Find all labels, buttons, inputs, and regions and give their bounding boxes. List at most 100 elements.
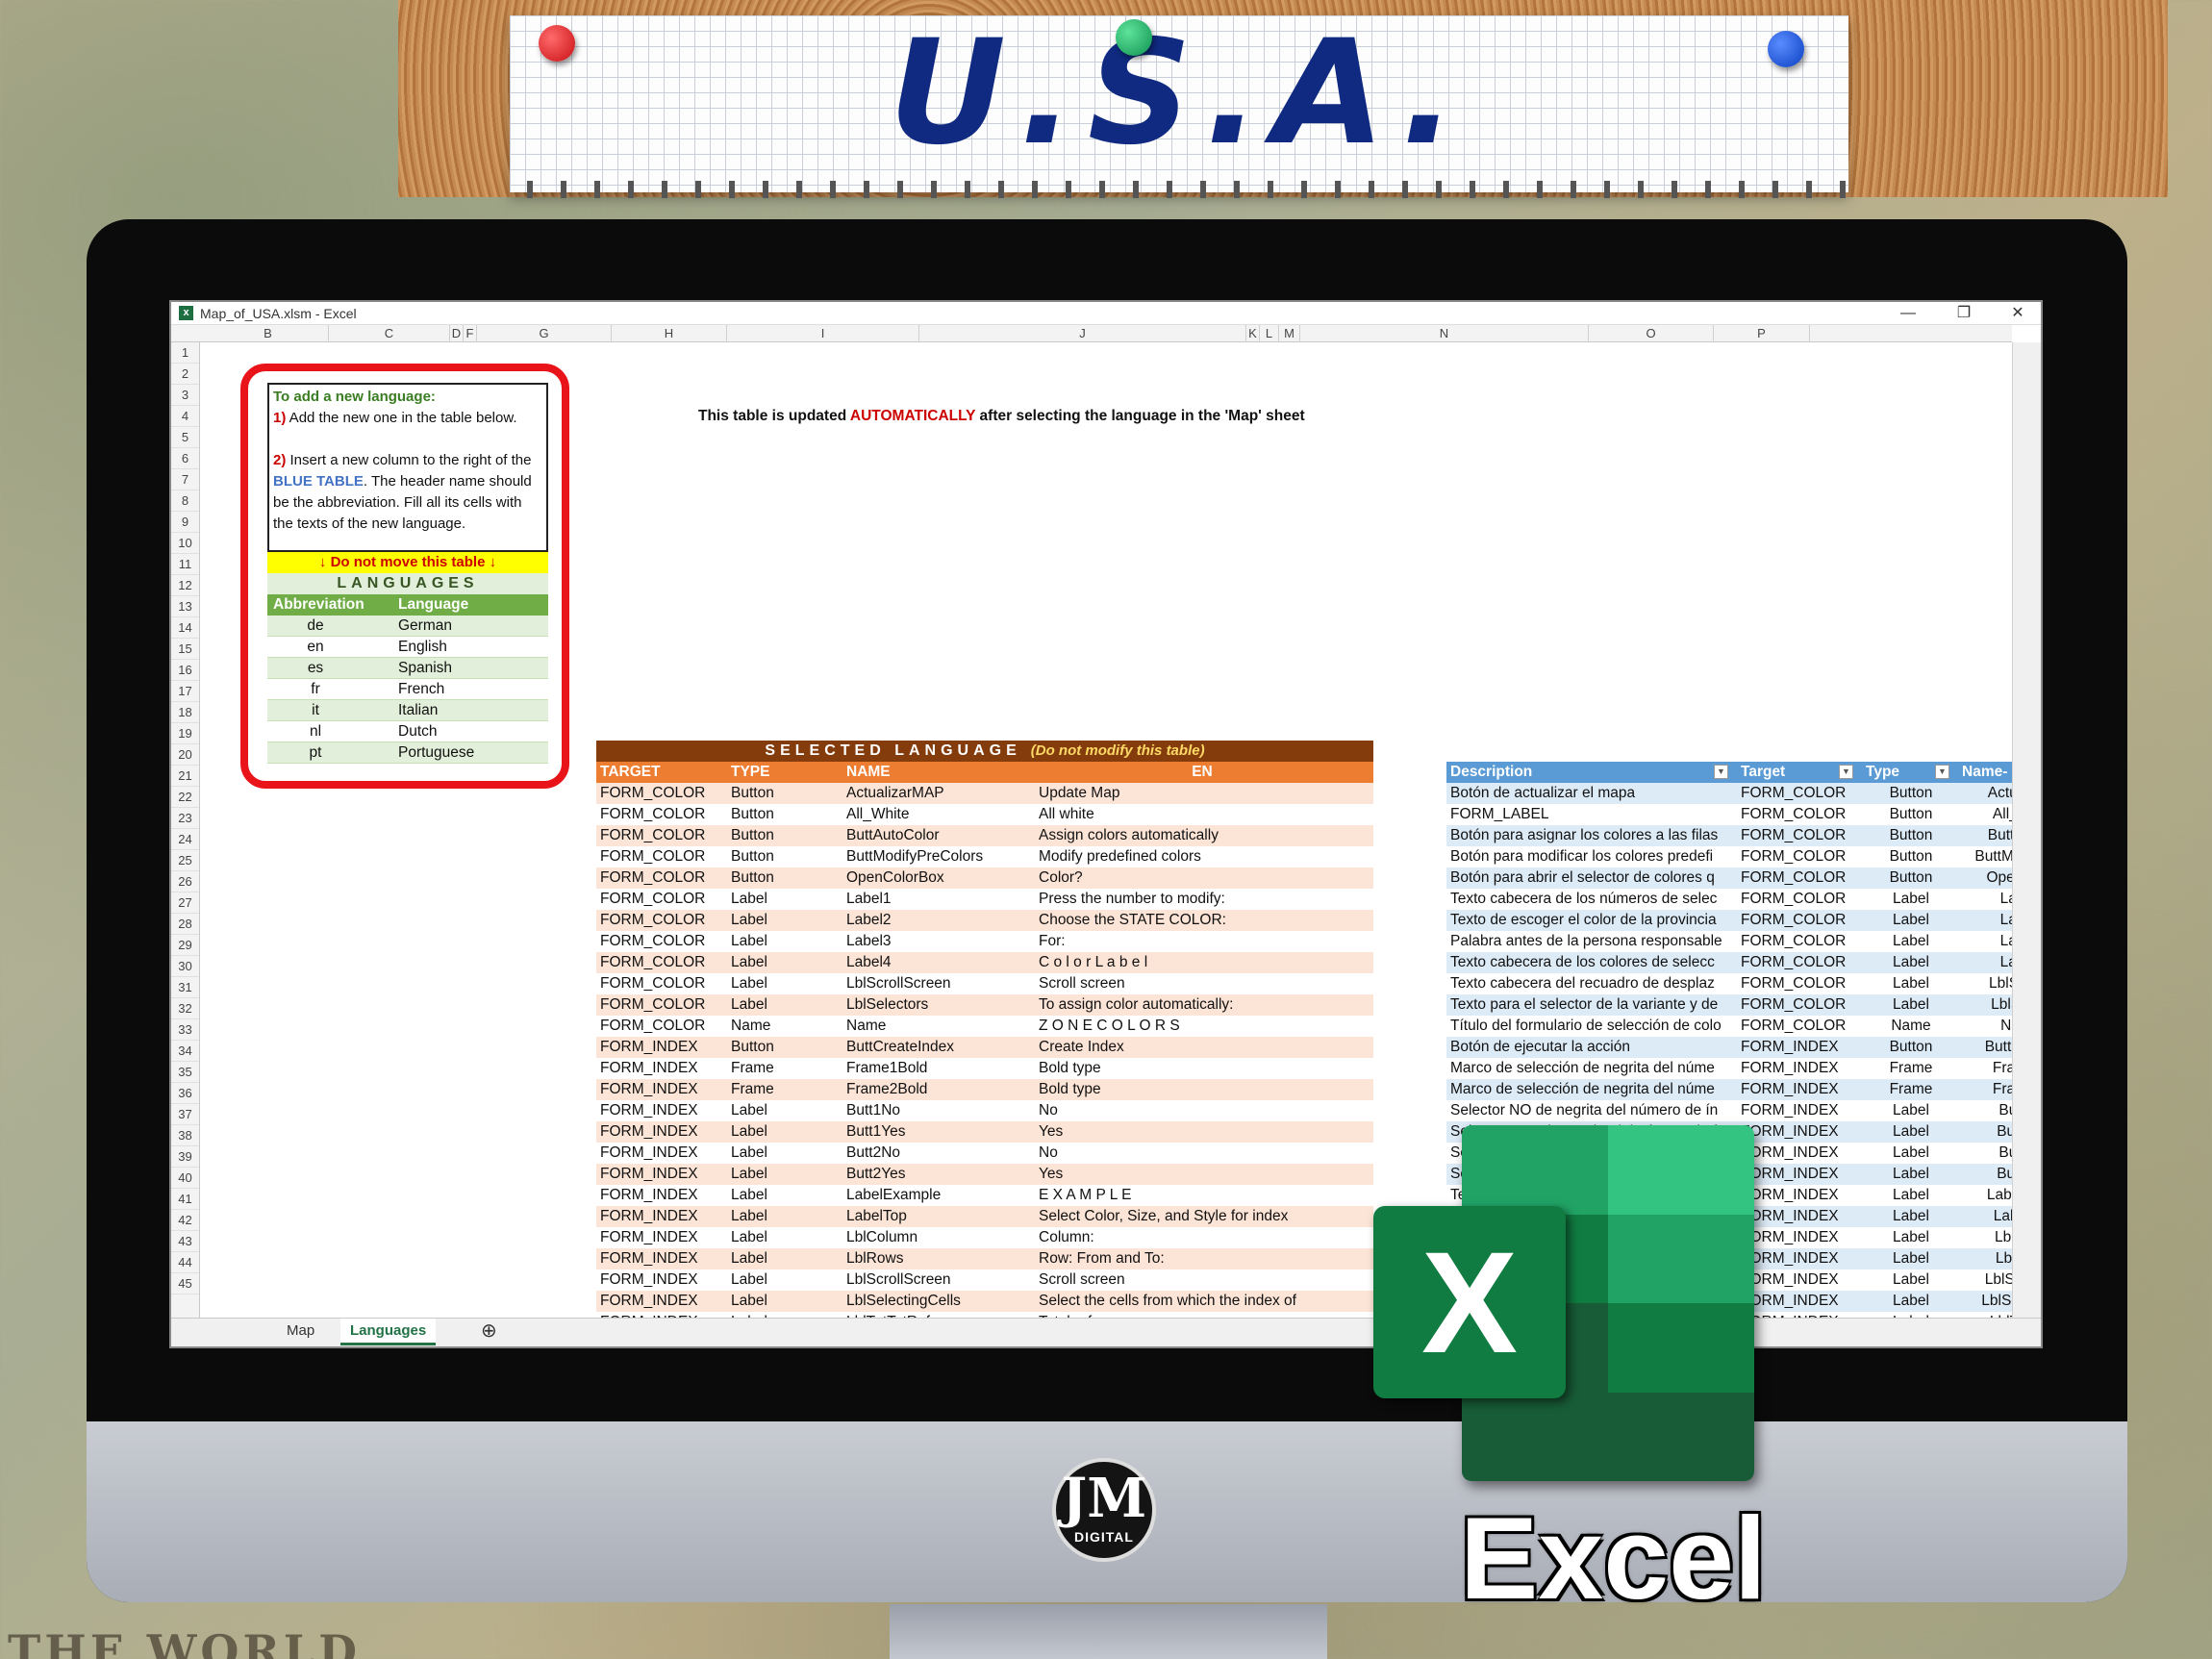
row-header[interactable]: 18 [171,702,199,723]
selected-table-row[interactable]: FORM_COLOR Label Label1 Press the number to… [596,889,1373,910]
row-header[interactable]: 13 [171,596,199,617]
row-header[interactable]: 27 [171,892,199,914]
row-header[interactable]: 14 [171,617,199,639]
row-header[interactable]: 9 [171,512,199,533]
selected-table-row[interactable]: FORM_INDEX Label LabelTop Select Color, Siz… [596,1206,1373,1227]
row-header[interactable]: 28 [171,914,199,935]
row-header[interactable]: 32 [171,998,199,1019]
row-header[interactable]: 31 [171,977,199,998]
row-header[interactable]: 7 [171,469,199,490]
row-header[interactable]: 30 [171,956,199,977]
row-header[interactable]: 35 [171,1062,199,1083]
row-header[interactable]: 29 [171,935,199,956]
row-header[interactable]: 25 [171,850,199,871]
selected-table-row[interactable]: FORM_INDEX Label LblRows Row: From and To: [596,1248,1373,1269]
blue-table-row[interactable]: Marco de selección de negrita del núme FO… [1446,1079,2012,1100]
row-header[interactable]: 45 [171,1273,199,1295]
row-header[interactable]: 42 [171,1210,199,1231]
selected-table-row[interactable]: FORM_INDEX Frame Frame2Bold Bold type [596,1079,1373,1100]
selected-table-row[interactable]: FORM_INDEX Label Butt2No No [596,1143,1373,1164]
selected-table-row[interactable]: FORM_INDEX Label LabelExample E X A M P L E [596,1185,1373,1206]
column-header[interactable]: B [208,325,329,342]
blue-table-row[interactable]: Texto de escoger el color de la provinci… [1446,910,2012,931]
row-header[interactable]: 5 [171,427,199,448]
row-header[interactable]: 26 [171,871,199,892]
minimize-button[interactable]: — [1889,302,1927,325]
selected-table-row[interactable]: FORM_COLOR Label LblScrollScreen Scroll scr… [596,973,1373,994]
selected-table-row[interactable]: FORM_INDEX Frame Frame1Bold Bold type [596,1058,1373,1079]
row-header[interactable]: 40 [171,1168,199,1189]
row-header[interactable]: 36 [171,1083,199,1104]
row-header[interactable]: 6 [171,448,199,469]
blue-table-row[interactable]: Texto cabecera de los colores de selecc F… [1446,952,2012,973]
row-header[interactable]: 2 [171,364,199,385]
row-header[interactable]: 24 [171,829,199,850]
row-header[interactable]: 15 [171,639,199,660]
column-header[interactable]: J [919,325,1246,342]
selected-table-row[interactable]: FORM_COLOR Button ButtModifyPreColors Modif… [596,846,1373,867]
row-header[interactable]: 10 [171,533,199,554]
blue-table-row[interactable]: Selector NO de negrita del número de ín F… [1446,1100,2012,1121]
selected-table-row[interactable]: FORM_INDEX Button ButtCreateIndex Create In… [596,1037,1373,1058]
blue-table-row[interactable]: FORM_LABEL FORM_COLOR Button All_V [1446,804,2012,825]
blue-table-row[interactable]: Botón de actualizar el mapa FORM_COLOR But… [1446,783,2012,804]
blue-table-row[interactable]: Botón para abrir el selector de colores … [1446,867,2012,889]
selected-table-row[interactable]: FORM_COLOR Label Label4 C o l o r L a b e l [596,952,1373,973]
selected-table-row[interactable]: FORM_COLOR Label LblSelectors To assign col… [596,994,1373,1016]
selected-table-row[interactable]: FORM_COLOR Button ActualizarMAP Update Map [596,783,1373,804]
column-header[interactable]: O [1589,325,1714,342]
row-header[interactable]: 38 [171,1125,199,1146]
blue-table-row[interactable]: Texto cabecera de los números de selec FO… [1446,889,2012,910]
selected-table-row[interactable]: FORM_COLOR Button OpenColorBox Color? [596,867,1373,889]
selected-table-row[interactable]: FORM_INDEX Label LblScrollScreen Scroll scr… [596,1269,1373,1291]
row-header[interactable]: 23 [171,808,199,829]
row-header[interactable]: 12 [171,575,199,596]
row-header[interactable]: 21 [171,766,199,787]
selected-table-row[interactable]: FORM_COLOR Label Label3 For: [596,931,1373,952]
selected-table-row[interactable]: FORM_COLOR Name Name Z O N E C O L O R S [596,1016,1373,1037]
row-header[interactable]: 44 [171,1252,199,1273]
row-header[interactable]: 22 [171,787,199,808]
row-header[interactable]: 1 [171,342,199,364]
column-header[interactable]: C [329,325,450,342]
row-header[interactable]: 11 [171,554,199,575]
blue-table-row[interactable]: Título del formulario de selección de co… [1446,1016,2012,1037]
column-header[interactable]: P [1714,325,1810,342]
column-header[interactable]: I [727,325,919,342]
filter-dropdown-icon[interactable]: ▼ [1839,765,1853,779]
column-header[interactable]: D [450,325,464,342]
row-header[interactable]: 16 [171,660,199,681]
row-header[interactable]: 41 [171,1189,199,1210]
restore-button[interactable]: ❐ [1945,302,1983,325]
blue-table-row[interactable]: Botón para modificar los colores predefi… [1446,846,2012,867]
selected-table-row[interactable]: FORM_COLOR Label Label2 Choose the STATE CO… [596,910,1373,931]
vertical-scrollbar[interactable] [2012,342,2041,1318]
selected-table-row[interactable]: FORM_INDEX Label LblColumn Column: [596,1227,1373,1248]
blue-table-row[interactable]: Botón para asignar los colores a las fil… [1446,825,2012,846]
column-header[interactable]: G [477,325,612,342]
row-header[interactable]: 43 [171,1231,199,1252]
blue-table-row[interactable]: Texto para el selector de la variante y … [1446,994,2012,1016]
selected-table-row[interactable]: FORM_COLOR Button All_White All white [596,804,1373,825]
selected-table-row[interactable]: FORM_INDEX Label LblSelectingCells Select t… [596,1291,1373,1312]
blue-table-row[interactable]: Botón de ejecutar la acción FORM_INDEX But… [1446,1037,2012,1058]
row-header[interactable]: 17 [171,681,199,702]
blue-table-row[interactable]: Marco de selección de negrita del núme FO… [1446,1058,2012,1079]
column-header[interactable]: H [612,325,727,342]
selected-table-row[interactable]: FORM_INDEX Label Butt1No No [596,1100,1373,1121]
column-header[interactable]: L [1260,325,1279,342]
blue-table-row[interactable]: Palabra antes de la persona responsable F… [1446,931,2012,952]
row-header[interactable]: 3 [171,385,199,406]
column-header[interactable]: N [1300,325,1589,342]
tab-map[interactable]: Map [277,1319,324,1345]
add-sheet-icon[interactable]: ⊕ [471,1319,507,1345]
blue-table-row[interactable]: Texto cabecera del recuadro de desplaz FO… [1446,973,2012,994]
selected-table-row[interactable]: FORM_INDEX Label Butt1Yes Yes [596,1121,1373,1143]
row-header[interactable]: 19 [171,723,199,744]
row-header[interactable]: 20 [171,744,199,766]
column-header[interactable]: F [464,325,477,342]
column-header[interactable]: M [1279,325,1300,342]
selected-table-row[interactable]: FORM_INDEX Label Butt2Yes Yes [596,1164,1373,1185]
row-header[interactable]: 39 [171,1146,199,1168]
filter-dropdown-icon[interactable]: ▼ [1714,765,1728,779]
